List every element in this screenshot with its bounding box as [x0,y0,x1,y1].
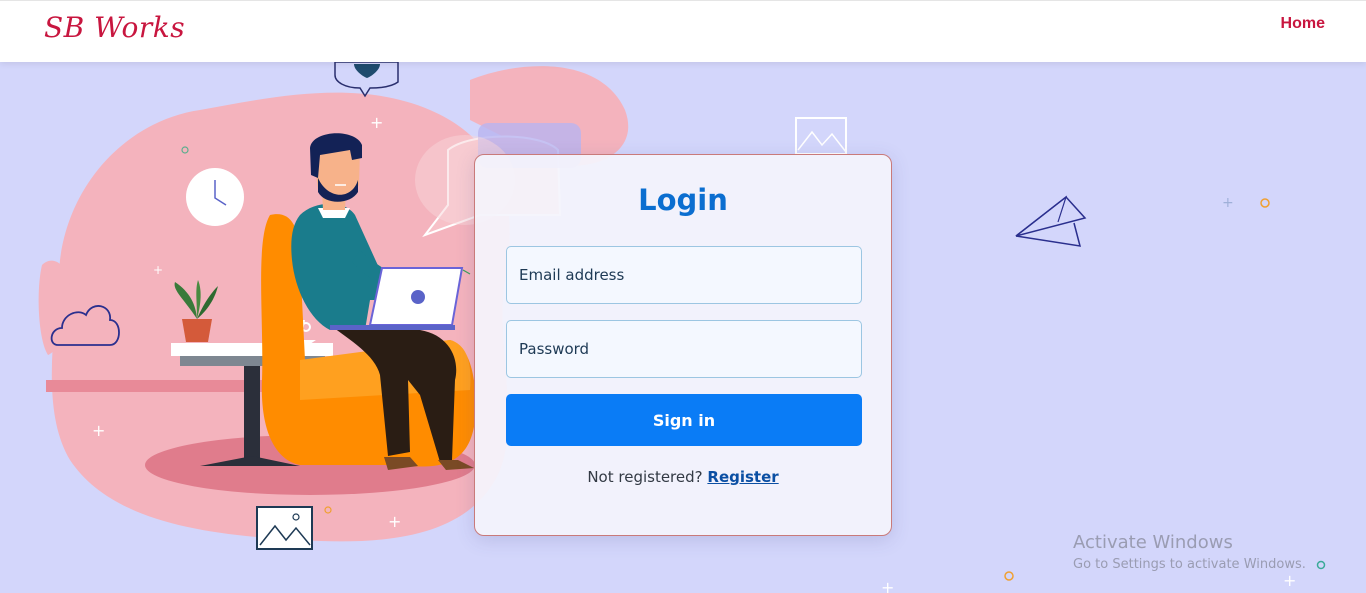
svg-text:+: + [1222,195,1234,211]
watermark-title: Activate Windows [1073,532,1233,553]
email-field[interactable] [506,246,862,304]
svg-text:+: + [1283,571,1296,590]
image-frame-icon [795,117,847,155]
svg-text:+: + [92,421,105,440]
heart-bubble-icon [334,61,399,98]
image-frame-icon [256,506,313,550]
svg-text:+: + [370,113,383,132]
nav-home-link[interactable]: Home [1281,15,1325,33]
sign-in-button[interactable]: Sign in [506,394,862,446]
register-link[interactable]: Register [707,468,778,486]
svg-text:+: + [881,578,894,593]
watermark-subtitle: Go to Settings to activate Windows. [1073,557,1306,572]
password-field[interactable] [506,320,862,378]
login-title: Login [638,183,728,217]
clock-icon [186,168,244,226]
login-card: Login Sign in Not registered? Register [474,154,892,536]
paper-plane-icon [1015,195,1087,247]
not-registered-text: Not registered? [587,468,703,486]
svg-text:+: + [153,263,163,277]
register-prompt: Not registered? Register [475,468,891,486]
activate-windows-watermark: Activate Windows Go to Settings to activ… [1073,532,1306,572]
brand-logo[interactable]: SB Works [44,11,185,44]
svg-text:+: + [388,512,401,531]
navbar: SB Works Home [0,0,1366,62]
